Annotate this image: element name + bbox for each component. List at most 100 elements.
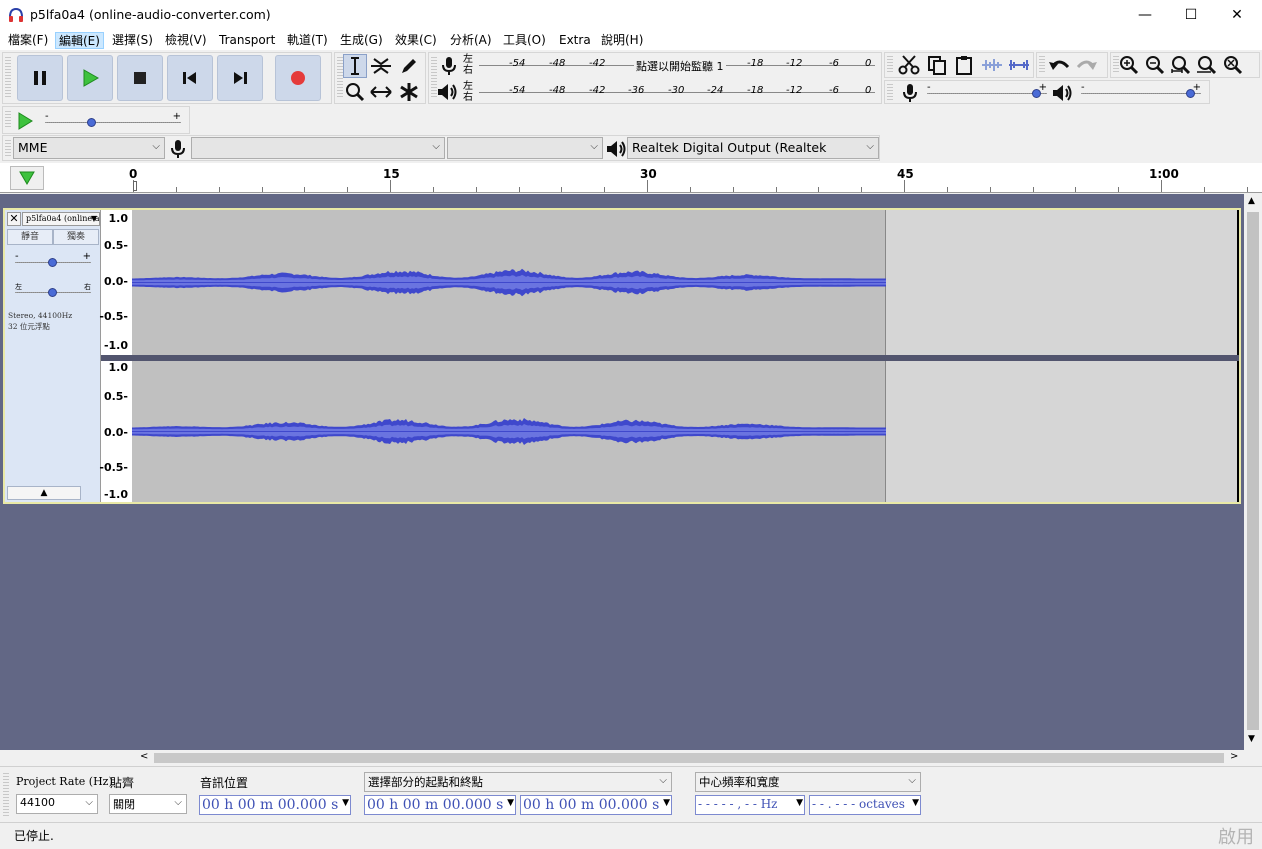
cut-button[interactable] <box>897 53 921 77</box>
record-volume-slider[interactable]: - + <box>927 82 1047 100</box>
recording-channels-select[interactable]: ⌵ <box>447 137 603 159</box>
selection-start-time[interactable]: 00 h 00 m 00.000 s ▼ <box>364 795 516 815</box>
gain-slider[interactable]: - + <box>15 251 91 269</box>
pause-button[interactable] <box>17 55 63 101</box>
envelope-tool-button[interactable] <box>369 54 393 78</box>
zoom-toggle-button[interactable] <box>1221 53 1245 77</box>
fit-project-button[interactable] <box>1195 53 1219 77</box>
record-button[interactable] <box>275 55 321 101</box>
chevron-down-icon[interactable]: ▼ <box>342 798 349 808</box>
play-at-speed-button[interactable] <box>13 109 37 133</box>
scroll-right-icon[interactable]: > <box>1230 751 1238 762</box>
scrollbar-thumb[interactable] <box>154 753 1224 763</box>
multi-tool-button[interactable] <box>397 80 421 104</box>
recording-device-select[interactable]: ⌵ <box>191 137 445 159</box>
playback-speed-slider[interactable]: - + <box>45 111 181 129</box>
horizontal-scrollbar[interactable]: < > <box>136 750 1244 766</box>
audio-host-select[interactable]: MME ⌵ <box>13 137 165 159</box>
menu-effect[interactable]: 效果(C) <box>392 32 440 49</box>
menu-help[interactable]: 說明(H) <box>598 32 646 49</box>
project-rate-select[interactable]: 44100 ⌵ <box>16 794 98 814</box>
audio-track[interactable]: ✕ p5lfa0a4 (online-a ▼ 靜音 獨奏 - + 左 右 Ster… <box>3 208 1241 504</box>
slider-knob[interactable] <box>1185 89 1195 98</box>
right-channel-waveform[interactable] <box>132 361 1237 502</box>
spectral-mode-select[interactable]: 中心頻率和寬度 ⌵ <box>695 772 921 792</box>
toolbar-grip[interactable] <box>1039 56 1045 74</box>
menu-analyze[interactable]: 分析(A) <box>447 32 495 49</box>
zoom-in-button[interactable] <box>1117 53 1141 77</box>
zoom-out-button[interactable] <box>1143 53 1167 77</box>
skip-to-start-button[interactable] <box>167 55 213 101</box>
playback-volume-slider[interactable]: - + <box>1081 82 1201 100</box>
minimize-button[interactable]: — <box>1122 0 1168 30</box>
menu-file[interactable]: 檔案(F) <box>5 32 51 49</box>
menu-generate[interactable]: 生成(G) <box>337 32 386 49</box>
vertical-ruler-top[interactable]: 1.0 0.5- 0.0- -0.5- -1.0 <box>99 210 132 355</box>
toolbar-grip[interactable] <box>5 140 11 156</box>
menu-view[interactable]: 檢視(V) <box>162 32 210 49</box>
collapse-track-button[interactable]: ▲ <box>7 486 81 500</box>
silence-audio-button[interactable] <box>1007 53 1031 77</box>
center-frequency-field[interactable]: - - - - - , - - Hz ▼ <box>695 795 805 815</box>
toolbar-grip[interactable] <box>887 84 893 100</box>
vertical-scrollbar[interactable]: ▲ ▼ <box>1244 194 1262 750</box>
scroll-left-icon[interactable]: < <box>140 751 148 762</box>
playback-device-select[interactable]: Realtek Digital Output (Realtek ⌵ <box>627 137 879 159</box>
record-meter[interactable]: -54 -48 -42 點選以開始監聽 1 -18 -12 -6 0 <box>479 54 875 78</box>
skip-to-end-button[interactable] <box>217 55 263 101</box>
mute-button[interactable]: 靜音 <box>7 229 53 245</box>
menu-tracks[interactable]: 軌道(T) <box>284 32 331 49</box>
menu-extra[interactable]: Extra <box>556 32 594 49</box>
slider-knob[interactable] <box>1031 89 1041 98</box>
chevron-down-icon[interactable]: ▼ <box>912 798 919 808</box>
redo-button[interactable] <box>1075 53 1099 77</box>
maximize-button[interactable]: ☐ <box>1168 0 1214 30</box>
toolbar-grip[interactable] <box>5 111 11 129</box>
solo-button[interactable]: 獨奏 <box>53 229 99 245</box>
toolbar-grip[interactable] <box>5 57 11 99</box>
playback-meter-button[interactable] <box>435 80 459 104</box>
menu-tools[interactable]: 工具(O) <box>500 32 549 49</box>
trim-audio-button[interactable] <box>980 53 1004 77</box>
playback-meter[interactable]: -54 -48 -42 -36 -30 -24 -18 -12 -6 0 <box>479 81 875 105</box>
timeline-ruler[interactable]: 0 15 30 45 1:00 <box>0 163 1262 193</box>
slider-knob[interactable] <box>86 118 96 127</box>
toolbar-grip[interactable] <box>3 773 9 817</box>
stop-button[interactable] <box>117 55 163 101</box>
zoom-tool-button[interactable] <box>343 80 367 104</box>
time-shift-tool-button[interactable] <box>369 80 393 104</box>
playhead-marker[interactable] <box>133 181 137 191</box>
track-area[interactable]: ✕ p5lfa0a4 (online-a ▼ 靜音 獨奏 - + 左 右 Ster… <box>0 194 1244 750</box>
menu-transport[interactable]: Transport <box>216 32 278 49</box>
menu-select[interactable]: 選擇(S) <box>109 32 156 49</box>
chevron-down-icon[interactable]: ▼ <box>796 798 803 808</box>
menu-edit[interactable]: 編輯(E) <box>55 32 104 49</box>
play-button[interactable] <box>67 55 113 101</box>
empty-region[interactable] <box>886 210 1237 355</box>
vertical-ruler-bottom[interactable]: 1.0 0.5- 0.0- -0.5- -1.0 <box>99 361 132 502</box>
copy-button[interactable] <box>925 53 949 77</box>
fit-selection-button[interactable] <box>1169 53 1193 77</box>
empty-region[interactable] <box>886 361 1237 502</box>
slider-knob[interactable] <box>48 258 57 267</box>
snap-select[interactable]: 關閉 ⌵ <box>109 794 187 814</box>
left-channel-waveform[interactable] <box>132 210 1237 355</box>
record-meter-button[interactable] <box>437 54 461 78</box>
pan-slider[interactable]: 左 右 <box>15 283 91 299</box>
draw-tool-button[interactable] <box>397 54 421 78</box>
scrollbar-thumb[interactable] <box>1247 212 1259 730</box>
close-track-button[interactable]: ✕ <box>7 212 21 226</box>
selection-mode-select[interactable]: 選擇部分的起點和終點 ⌵ <box>364 772 672 792</box>
pin-playhead-button[interactable] <box>10 166 44 190</box>
slider-knob[interactable] <box>48 288 57 297</box>
selection-end-time[interactable]: 00 h 00 m 00.000 s ▼ <box>520 795 672 815</box>
selection-tool-button[interactable] <box>343 54 367 78</box>
scroll-down-icon[interactable]: ▼ <box>1248 734 1255 744</box>
chevron-down-icon[interactable]: ▼ <box>663 798 670 808</box>
audio-position-time[interactable]: 00 h 00 m 00.000 s ▼ <box>199 795 351 815</box>
chevron-down-icon[interactable]: ▼ <box>507 798 514 808</box>
bandwidth-field[interactable]: - - . - - - octaves ▼ <box>809 795 921 815</box>
track-name-menu[interactable]: p5lfa0a4 (online-a ▼ <box>22 212 100 226</box>
toolbar-grip[interactable] <box>887 56 893 74</box>
scroll-up-icon[interactable]: ▲ <box>1248 196 1255 206</box>
